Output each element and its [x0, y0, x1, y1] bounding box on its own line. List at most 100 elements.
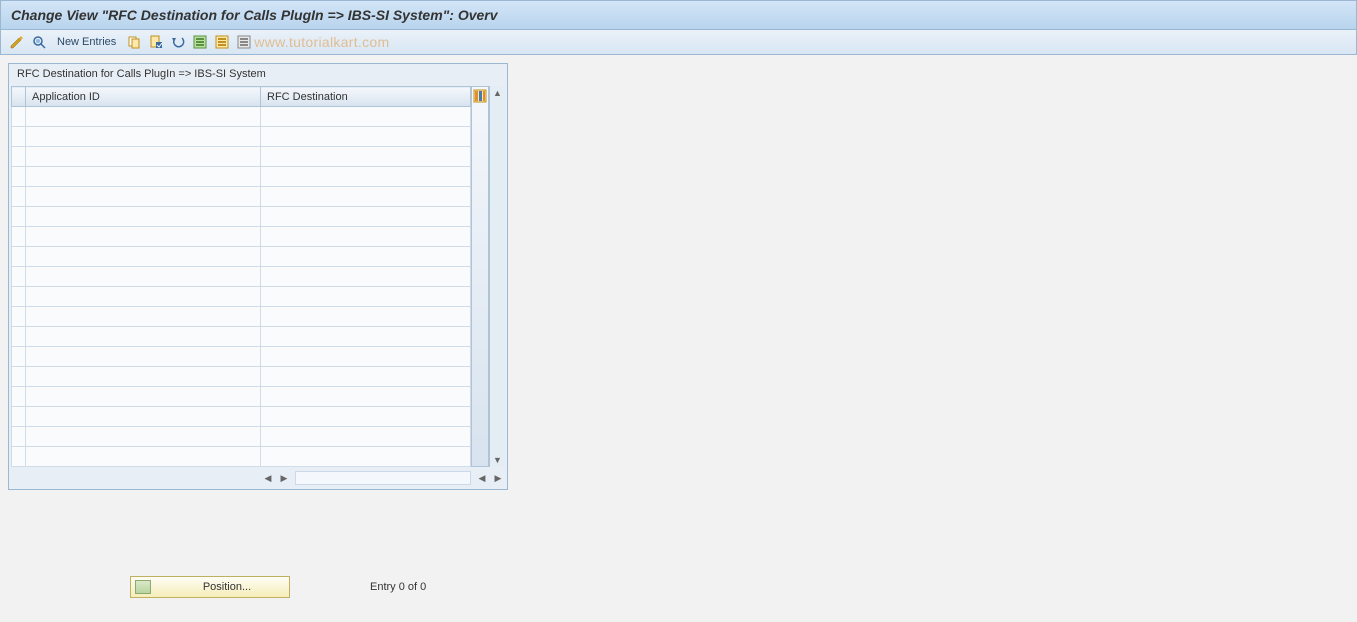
table-row [12, 167, 471, 187]
grid-panel: RFC Destination for Calls PlugIn => IBS-… [8, 63, 508, 490]
vertical-scrollbar[interactable]: ▲ ▼ [489, 86, 505, 467]
column-header-rfc-destination[interactable]: RFC Destination [261, 87, 471, 107]
cell-rfc-destination[interactable] [261, 347, 471, 367]
toolbar: New Entries www.tutorialkart.com [0, 30, 1357, 55]
cell-rfc-destination[interactable] [261, 287, 471, 307]
scroll-right-end-icon[interactable]: ▶ [491, 471, 505, 485]
cell-application-id[interactable] [26, 307, 261, 327]
cell-application-id[interactable] [26, 287, 261, 307]
cell-rfc-destination[interactable] [261, 387, 471, 407]
table-row [12, 187, 471, 207]
title-bar: Change View "RFC Destination for Calls P… [0, 0, 1357, 30]
table-row [12, 287, 471, 307]
deselect-all-icon[interactable] [236, 34, 252, 50]
table-row [12, 327, 471, 347]
row-selector[interactable] [12, 427, 26, 447]
row-selector[interactable] [12, 227, 26, 247]
cell-rfc-destination[interactable] [261, 227, 471, 247]
row-selector[interactable] [12, 167, 26, 187]
cell-application-id[interactable] [26, 367, 261, 387]
scroll-left-end-icon[interactable]: ◀ [475, 471, 489, 485]
new-entries-button[interactable]: New Entries [53, 36, 120, 48]
cell-rfc-destination[interactable] [261, 167, 471, 187]
row-selector[interactable] [12, 187, 26, 207]
cell-application-id[interactable] [26, 447, 261, 467]
cell-application-id[interactable] [26, 147, 261, 167]
cell-application-id[interactable] [26, 407, 261, 427]
position-button[interactable]: Position... [130, 576, 290, 598]
cell-application-id[interactable] [26, 127, 261, 147]
table-row [12, 267, 471, 287]
column-header-application-id[interactable]: Application ID [26, 87, 261, 107]
cell-application-id[interactable] [26, 227, 261, 247]
footer-area: Position... Entry 0 of 0 [0, 570, 1357, 604]
cell-rfc-destination[interactable] [261, 187, 471, 207]
delete-icon[interactable] [148, 34, 164, 50]
cell-application-id[interactable] [26, 387, 261, 407]
grid-table: Application ID RFC Destination [11, 86, 471, 467]
cell-rfc-destination[interactable] [261, 147, 471, 167]
display-change-icon[interactable] [9, 34, 25, 50]
position-label: Position... [169, 581, 285, 593]
row-selector[interactable] [12, 247, 26, 267]
cell-rfc-destination[interactable] [261, 107, 471, 127]
cell-rfc-destination[interactable] [261, 127, 471, 147]
row-selector[interactable] [12, 307, 26, 327]
cell-rfc-destination[interactable] [261, 367, 471, 387]
cell-rfc-destination[interactable] [261, 307, 471, 327]
scroll-left-icon[interactable]: ◀ [261, 471, 275, 485]
row-selector[interactable] [12, 327, 26, 347]
cell-application-id[interactable] [26, 107, 261, 127]
cell-application-id[interactable] [26, 207, 261, 227]
row-selector-header[interactable] [12, 87, 26, 107]
row-selector[interactable] [12, 447, 26, 467]
row-selector[interactable] [12, 267, 26, 287]
cell-application-id[interactable] [26, 187, 261, 207]
table-row [12, 127, 471, 147]
scroll-right-icon[interactable]: ▶ [277, 471, 291, 485]
table-row [12, 447, 471, 467]
cell-rfc-destination[interactable] [261, 207, 471, 227]
select-all-icon[interactable] [192, 34, 208, 50]
cell-rfc-destination[interactable] [261, 427, 471, 447]
table-row [12, 427, 471, 447]
row-selector[interactable] [12, 407, 26, 427]
scroll-down-icon[interactable]: ▼ [491, 453, 505, 467]
watermark-text: www.tutorialkart.com [254, 34, 389, 50]
cell-application-id[interactable] [26, 247, 261, 267]
page-title: Change View "RFC Destination for Calls P… [11, 7, 498, 23]
row-selector[interactable] [12, 347, 26, 367]
table-row [12, 367, 471, 387]
table-row [12, 227, 471, 247]
select-block-icon[interactable] [214, 34, 230, 50]
hscroll-track[interactable] [295, 471, 471, 485]
table-row [12, 207, 471, 227]
cell-application-id[interactable] [26, 267, 261, 287]
row-selector[interactable] [12, 207, 26, 227]
other-view-icon[interactable] [31, 34, 47, 50]
table-row [12, 387, 471, 407]
cell-rfc-destination[interactable] [261, 267, 471, 287]
cell-rfc-destination[interactable] [261, 447, 471, 467]
table-row [12, 347, 471, 367]
undo-icon[interactable] [170, 34, 186, 50]
row-selector[interactable] [12, 107, 26, 127]
cell-rfc-destination[interactable] [261, 247, 471, 267]
cell-rfc-destination[interactable] [261, 327, 471, 347]
scroll-up-icon[interactable]: ▲ [491, 86, 505, 100]
cell-application-id[interactable] [26, 347, 261, 367]
horizontal-scrollbar[interactable]: ◀ ▶ ◀ ▶ [11, 469, 505, 487]
cell-application-id[interactable] [26, 327, 261, 347]
cell-rfc-destination[interactable] [261, 407, 471, 427]
table-row [12, 147, 471, 167]
row-selector[interactable] [12, 147, 26, 167]
table-row [12, 247, 471, 267]
row-selector[interactable] [12, 367, 26, 387]
cell-application-id[interactable] [26, 167, 261, 187]
row-selector[interactable] [12, 127, 26, 147]
row-selector[interactable] [12, 387, 26, 407]
configure-column-button[interactable] [471, 86, 489, 467]
cell-application-id[interactable] [26, 427, 261, 447]
copy-icon[interactable] [126, 34, 142, 50]
row-selector[interactable] [12, 287, 26, 307]
